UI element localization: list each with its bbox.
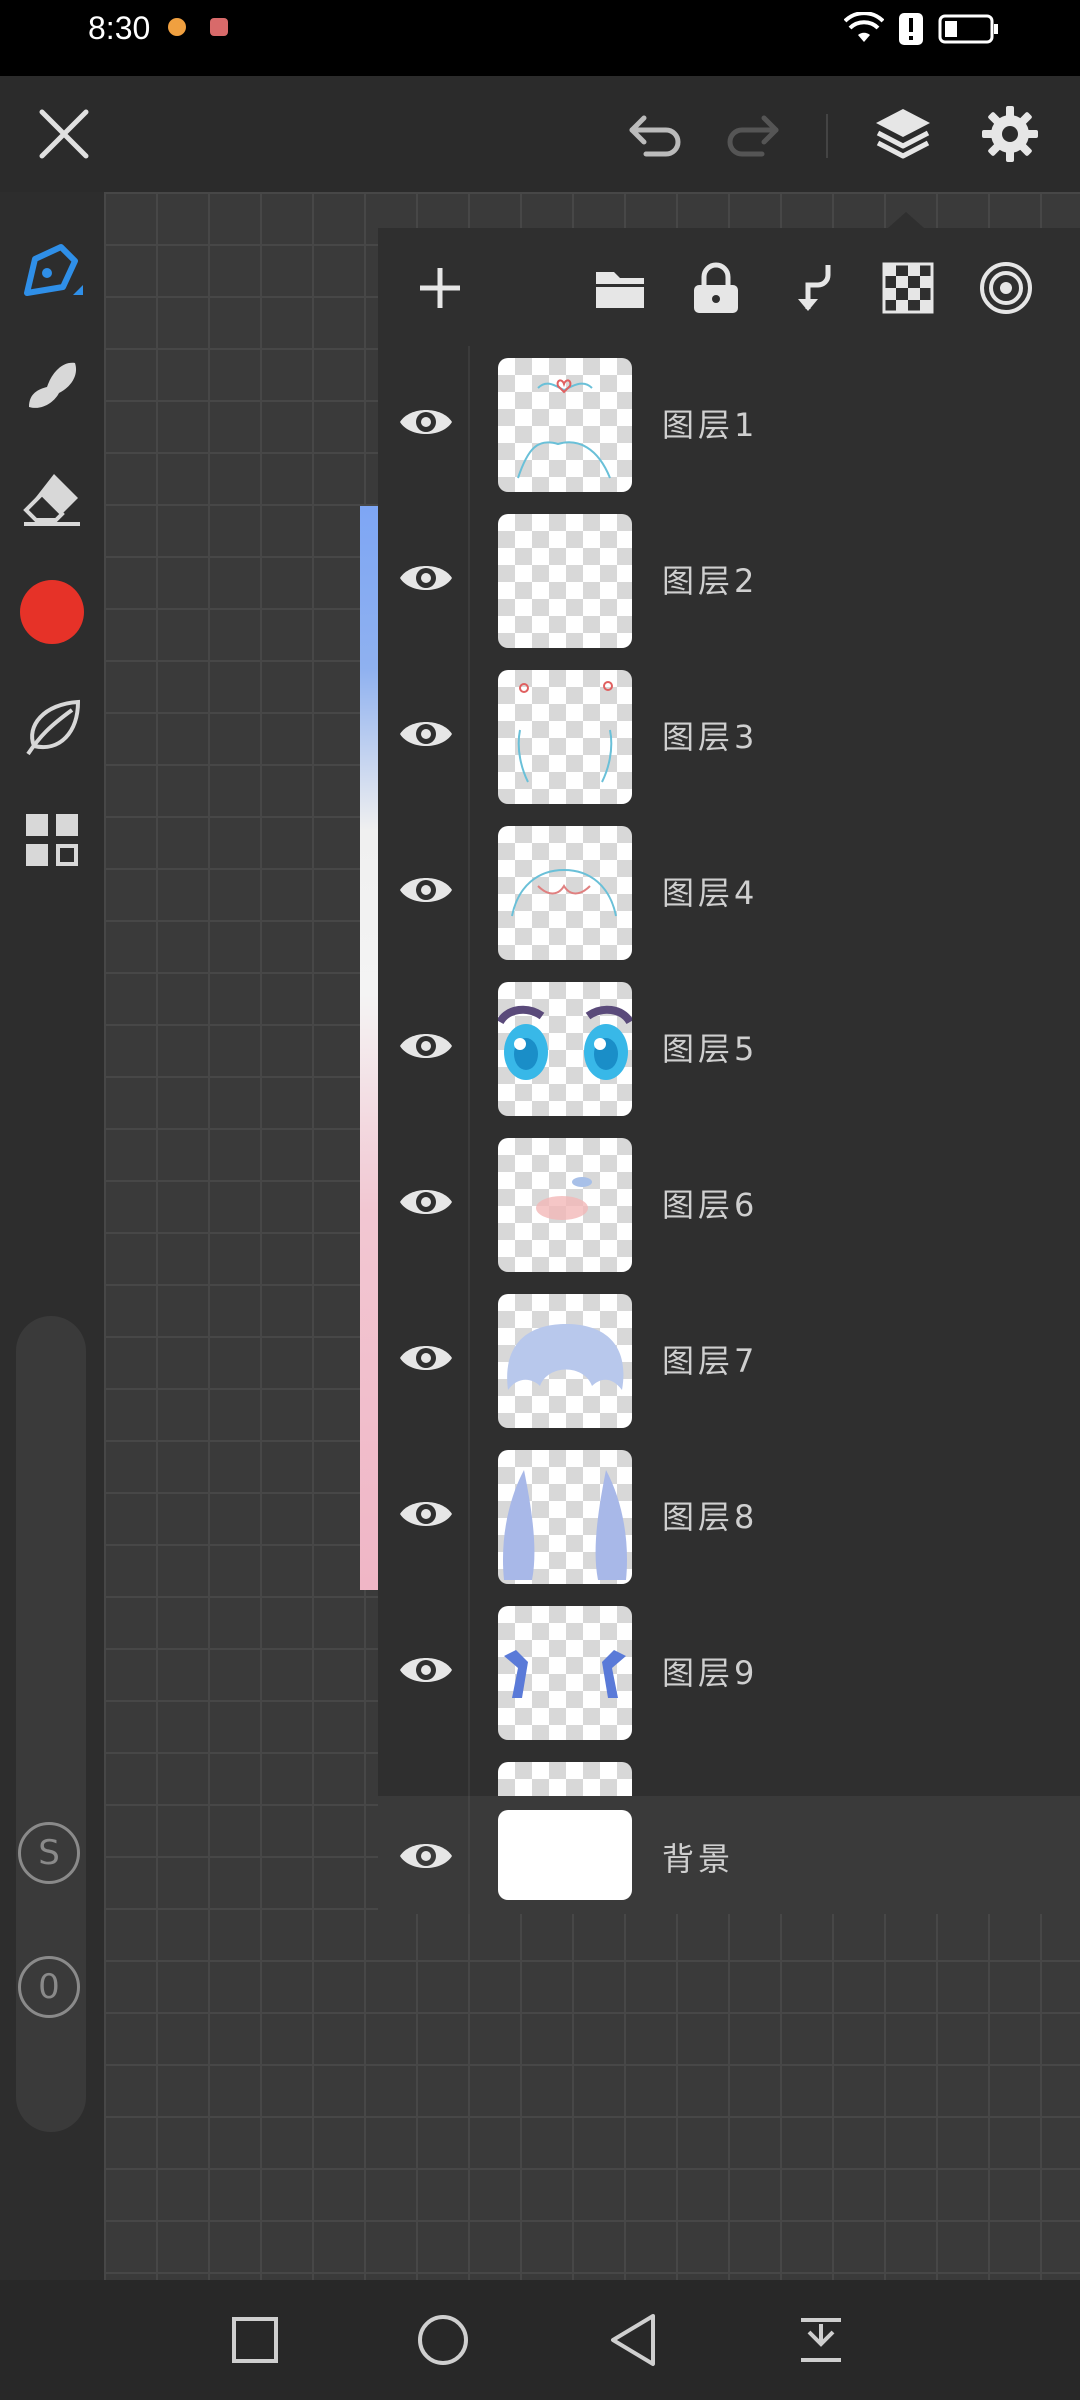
home-icon[interactable] bbox=[408, 2306, 478, 2374]
eye-icon[interactable] bbox=[398, 1174, 454, 1230]
eye-icon[interactable] bbox=[398, 550, 454, 606]
dropdown-icon[interactable] bbox=[786, 2306, 856, 2374]
settings-icon[interactable] bbox=[972, 98, 1048, 170]
add-icon[interactable] bbox=[408, 256, 472, 320]
layer-thumbnail bbox=[498, 358, 632, 492]
layer-row[interactable]: 图层6 bbox=[378, 1126, 1080, 1284]
layer-name: 图层7 bbox=[662, 1342, 759, 1380]
layers-panel: 图层1 图层2 图层3 图层4 图层5 图层6 图层7 图层8 图层9 背景 bbox=[378, 212, 1080, 1914]
notification-icon-2 bbox=[210, 18, 228, 36]
eraser-icon[interactable] bbox=[14, 460, 90, 536]
layer-row[interactable]: 图层9 bbox=[378, 1594, 1080, 1752]
wifi-icon bbox=[844, 12, 884, 42]
layer-row[interactable]: 图层4 bbox=[378, 814, 1080, 972]
size-indicator: S bbox=[18, 1822, 80, 1884]
layer-row[interactable]: 图层1 bbox=[378, 346, 1080, 504]
eye-icon[interactable] bbox=[398, 1642, 454, 1698]
leaf-icon[interactable] bbox=[14, 690, 90, 766]
tool-rail: S 0 bbox=[0, 192, 104, 2280]
size-label: S bbox=[38, 1833, 60, 1873]
layer-name: 图层9 bbox=[662, 1654, 759, 1692]
layer-name: 图层8 bbox=[662, 1498, 759, 1536]
toolbar-divider bbox=[826, 114, 828, 158]
layer-row[interactable]: 图层7 bbox=[378, 1282, 1080, 1440]
row-divider bbox=[468, 1750, 470, 1796]
layer-thumbnail bbox=[498, 1606, 632, 1740]
alert-icon bbox=[899, 13, 923, 45]
lock-icon[interactable] bbox=[684, 256, 748, 320]
background-layer-name: 背景 bbox=[662, 1840, 735, 1878]
layer-thumbnail bbox=[498, 826, 632, 960]
eye-icon[interactable] bbox=[398, 1828, 454, 1884]
opacity-label: 0 bbox=[38, 1967, 60, 2007]
layer-row[interactable]: 图层2 bbox=[378, 502, 1080, 660]
row-divider bbox=[468, 1438, 470, 1594]
layer-row[interactable]: 图层8 bbox=[378, 1438, 1080, 1596]
status-time: 8:30 bbox=[88, 10, 151, 46]
target-icon[interactable] bbox=[974, 256, 1038, 320]
row-divider bbox=[468, 1594, 470, 1750]
battery-icon bbox=[938, 14, 998, 44]
row-divider bbox=[468, 502, 470, 658]
color-swatch[interactable] bbox=[20, 580, 84, 644]
layers-icon[interactable] bbox=[866, 98, 940, 170]
layer-thumbnail bbox=[498, 1450, 632, 1584]
pen-icon[interactable] bbox=[14, 234, 90, 310]
layer-thumbnail bbox=[498, 670, 632, 804]
top-bar bbox=[0, 76, 1080, 192]
row-divider bbox=[468, 814, 470, 970]
eye-icon[interactable] bbox=[398, 1018, 454, 1074]
background-thumbnail bbox=[498, 1810, 632, 1900]
layer-thumbnail bbox=[498, 982, 632, 1116]
eye-icon[interactable] bbox=[398, 394, 454, 450]
panel-pointer bbox=[888, 212, 924, 228]
layer-name: 图层4 bbox=[662, 874, 759, 912]
layer-name: 图层6 bbox=[662, 1186, 759, 1224]
layer-name: 图层3 bbox=[662, 718, 759, 756]
back-icon[interactable] bbox=[598, 2306, 668, 2374]
status-bar: 8:30 bbox=[0, 0, 1080, 76]
undo-icon[interactable] bbox=[620, 100, 692, 168]
layer-row[interactable]: 图层3 bbox=[378, 658, 1080, 816]
close-icon[interactable] bbox=[30, 100, 98, 168]
transparency-icon[interactable] bbox=[876, 256, 940, 320]
redo-icon[interactable] bbox=[716, 100, 788, 168]
layer-name: 图层5 bbox=[662, 1030, 759, 1068]
layer-thumbnail bbox=[498, 1762, 632, 1796]
row-divider bbox=[468, 658, 470, 814]
row-divider bbox=[468, 346, 470, 502]
layer-row-partial bbox=[378, 1750, 1080, 1798]
merge-down-icon[interactable] bbox=[780, 256, 844, 320]
layer-thumbnail bbox=[498, 514, 632, 648]
navigation-bar bbox=[0, 2280, 1080, 2400]
row-divider bbox=[468, 1796, 470, 1914]
layer-row[interactable]: 图层5 bbox=[378, 970, 1080, 1128]
row-divider bbox=[468, 1282, 470, 1438]
recents-icon[interactable] bbox=[220, 2308, 290, 2372]
opacity-indicator: 0 bbox=[18, 1956, 80, 2018]
layers-toolbar bbox=[378, 228, 1080, 348]
eye-icon[interactable] bbox=[398, 1486, 454, 1542]
eye-icon[interactable] bbox=[398, 1330, 454, 1386]
layer-thumbnail bbox=[498, 1294, 632, 1428]
layer-thumbnail bbox=[498, 1138, 632, 1272]
row-divider bbox=[468, 970, 470, 1126]
smudge-icon[interactable] bbox=[14, 346, 90, 422]
layer-name: 图层1 bbox=[662, 406, 759, 444]
background-layer-row[interactable]: 背景 bbox=[378, 1796, 1080, 1914]
folder-icon[interactable] bbox=[588, 256, 652, 320]
gallery-grid-icon[interactable] bbox=[14, 802, 90, 878]
eye-icon[interactable] bbox=[398, 706, 454, 762]
notification-icon-1 bbox=[168, 18, 186, 36]
eye-icon[interactable] bbox=[398, 862, 454, 918]
row-divider bbox=[468, 1126, 470, 1282]
layer-name: 图层2 bbox=[662, 562, 759, 600]
artwork-preview bbox=[360, 506, 378, 1590]
